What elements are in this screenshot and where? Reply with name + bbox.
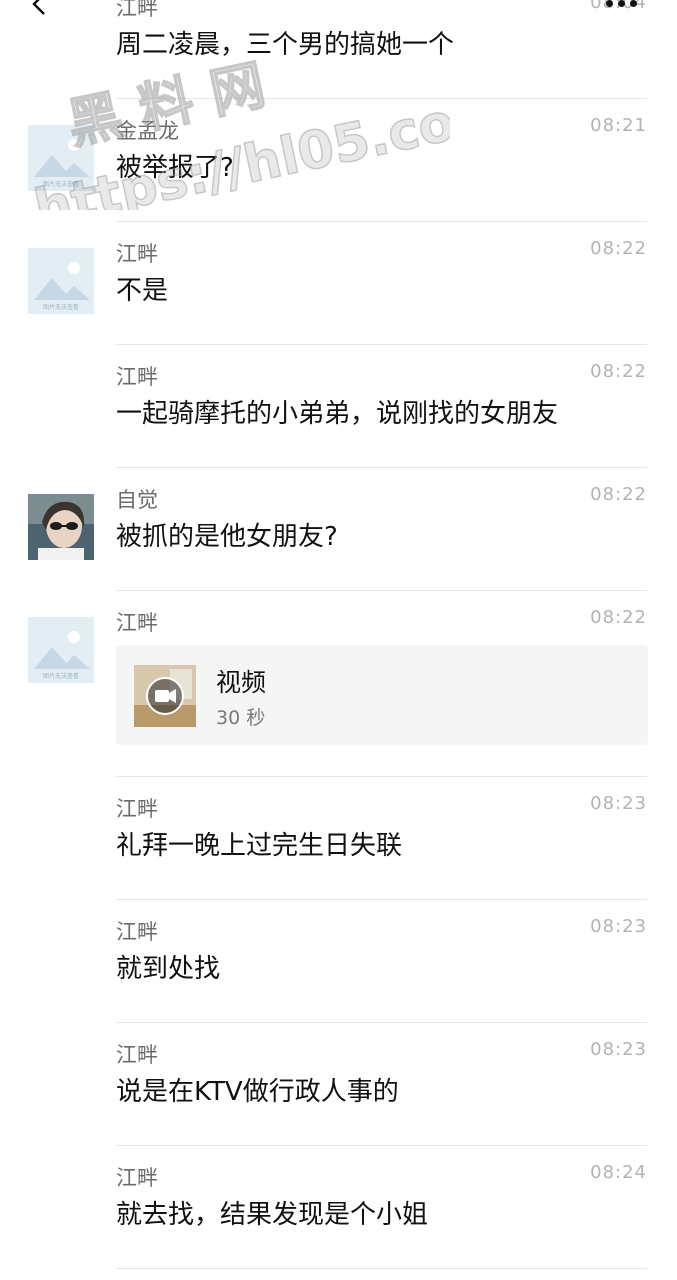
- sender-name: 江畔: [116, 1043, 158, 1067]
- more-dots-icon[interactable]: [606, 0, 646, 7]
- message-feed: 江畔 08:04 周二凌晨，三个男的搞她一个 图片无法查看 金孟龙 08:21 …: [0, 0, 677, 1269]
- message-item[interactable]: 图片无法查看 金孟龙 08:21 被举报了?: [0, 99, 677, 222]
- message-time: 08:24: [590, 1162, 647, 1183]
- message-time: 08:23: [590, 793, 647, 814]
- sender-name: 江畔: [116, 365, 158, 389]
- placeholder-caption: 图片无法查看: [43, 303, 79, 311]
- message-time: 08:23: [590, 1039, 647, 1060]
- avatar[interactable]: 图片无法查看: [28, 248, 94, 314]
- message-text: 就到处找: [116, 954, 221, 984]
- message-item[interactable]: 江畔 08:23 礼拜一晚上过完生日失联: [0, 777, 677, 900]
- message-item[interactable]: 江畔 08:22 一起骑摩托的小弟弟，说刚找的女朋友: [0, 345, 677, 468]
- message-time: 08:22: [590, 607, 647, 628]
- sender-name: 自觉: [116, 488, 158, 512]
- message-item[interactable]: 江畔 08:23 就到处找: [0, 900, 677, 1023]
- message-time: 08:22: [590, 238, 647, 259]
- sender-name: 江畔: [116, 1166, 158, 1190]
- avatar[interactable]: 图片无法查看: [28, 617, 94, 683]
- sender-name: 江畔: [116, 611, 158, 635]
- image-placeholder-icon: 图片无法查看: [28, 617, 94, 683]
- video-camera-icon: [146, 677, 184, 715]
- message-text: 一起骑摩托的小弟弟，说刚找的女朋友: [116, 399, 559, 429]
- message-item[interactable]: 自觉 08:22 被抓的是他女朋友?: [0, 468, 677, 591]
- message-text: 说是在KTV做行政人事的: [116, 1077, 399, 1107]
- message-text: 不是: [116, 276, 169, 306]
- video-duration: 30 秒: [216, 707, 266, 729]
- message-text: 礼拜一晚上过完生日失联: [116, 831, 403, 861]
- message-item[interactable]: 江畔 08:24 就去找，结果发现是个小姐: [0, 1146, 677, 1269]
- divider: [116, 1268, 647, 1269]
- top-bar: [0, 0, 677, 30]
- video-title: 视频: [216, 668, 267, 697]
- placeholder-caption: 图片无法查看: [43, 672, 79, 680]
- user-photo-icon: [28, 494, 94, 560]
- message-time: 08:22: [590, 484, 647, 505]
- sender-name: 江畔: [116, 920, 158, 944]
- message-text: 被抓的是他女朋友?: [116, 522, 338, 552]
- avatar[interactable]: 图片无法查看: [28, 125, 94, 191]
- video-card[interactable]: 视频 30 秒: [116, 645, 648, 745]
- message-text: 就去找，结果发现是个小姐: [116, 1200, 429, 1230]
- placeholder-caption: 图片无法查看: [43, 180, 79, 188]
- message-time: 08:23: [590, 916, 647, 937]
- video-thumbnail[interactable]: [134, 665, 196, 727]
- image-placeholder-icon: 图片无法查看: [28, 248, 94, 314]
- message-item[interactable]: 江畔 08:23 说是在KTV做行政人事的: [0, 1023, 677, 1146]
- sender-name: 江畔: [116, 797, 158, 821]
- image-placeholder-icon: 图片无法查看: [28, 125, 94, 191]
- sender-name: 金孟龙: [116, 119, 179, 143]
- message-item[interactable]: 图片无法查看 江畔 08:22 不是: [0, 222, 677, 345]
- message-text: 被举报了?: [116, 153, 234, 183]
- message-time: 08:22: [590, 361, 647, 382]
- sender-name: 江畔: [116, 242, 158, 266]
- message-item[interactable]: 图片无法查看 江畔 08:22 视频 30 秒: [0, 591, 677, 777]
- chevron-left-icon[interactable]: [26, 0, 50, 16]
- message-time: 08:21: [590, 115, 647, 136]
- avatar[interactable]: [28, 494, 94, 560]
